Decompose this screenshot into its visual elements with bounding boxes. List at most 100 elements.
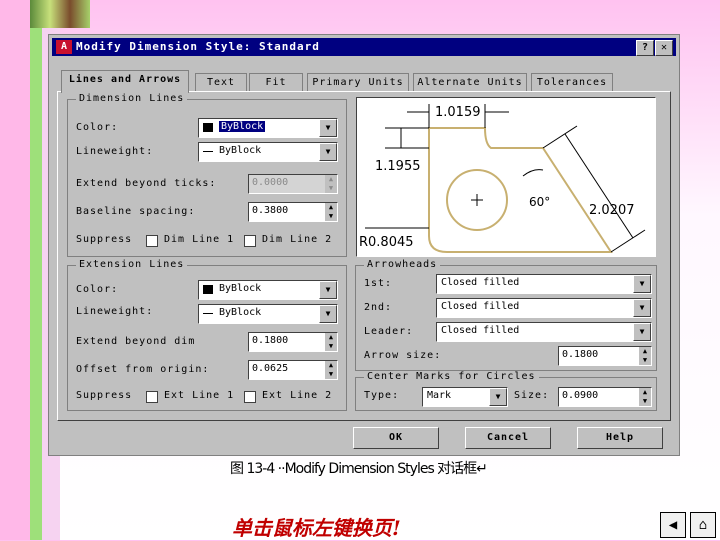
next-page-hint[interactable]: 单击鼠标左键换页! (232, 512, 401, 541)
line-sample-icon (203, 313, 213, 314)
dialog-window: A Modify Dimension Style: Standard ? ✕ L… (48, 34, 680, 456)
lineweight-label: Lineweight: (76, 146, 154, 157)
extend-value: 0.0000 (252, 177, 289, 188)
radius-text: R0.8045 (359, 235, 414, 250)
center-size-spinner[interactable]: 0.0900 ▲ ▼ (558, 387, 652, 407)
dim-lineweight-value: ByBlock (219, 145, 262, 156)
decor-green-strip (30, 0, 42, 540)
tab-tolerances[interactable]: Tolerances (531, 73, 613, 92)
chevron-down-icon[interactable]: ▼ (319, 119, 337, 137)
tab-text[interactable]: Text (195, 73, 247, 92)
line-sample-icon (203, 151, 213, 152)
ext-lineweight-dropdown[interactable]: ByBlock ▼ (198, 304, 338, 324)
ext-line-diag-2 (610, 229, 646, 253)
group-label: Center Marks for Circles (364, 371, 539, 382)
color-swatch (203, 285, 213, 294)
decor-photo (30, 0, 90, 28)
extend-beyond-dim-label: Extend beyond dim (76, 336, 196, 347)
dim-lineweight-dropdown[interactable]: ByBlock ▼ (198, 142, 338, 162)
center-size-label: Size: (514, 390, 550, 401)
arrow-size-label: Arrow size: (364, 350, 442, 361)
dim-line-2-checkbox[interactable] (244, 235, 256, 247)
cancel-button[interactable]: Cancel (465, 427, 551, 449)
ok-button[interactable]: OK (353, 427, 439, 449)
dim-line-1-checkbox[interactable] (146, 235, 158, 247)
second-arrow-label: 2nd: (364, 302, 393, 313)
color-label: Color: (76, 122, 119, 133)
center-marks-group: Center Marks for Circles Type: Mark ▼ Si… (355, 371, 657, 411)
dim-left-text: 1.1955 (375, 159, 421, 174)
tab-lines-and-arrows[interactable]: Lines and Arrows (61, 70, 189, 93)
arrow-size-spinner[interactable]: 0.1800 ▲ ▼ (558, 346, 652, 366)
dim-line-aligned (564, 133, 634, 239)
offset-from-origin-spinner[interactable]: 0.0625 ▲ ▼ (248, 360, 338, 380)
chevron-down-icon[interactable]: ▼ (319, 281, 337, 299)
group-label: Extension Lines (76, 259, 188, 270)
center-type-label: Type: (364, 390, 400, 401)
spinner-arrows-icon[interactable]: ▲ ▼ (639, 388, 651, 406)
leader-arrow-dropdown[interactable]: Closed filled ▼ (436, 322, 652, 342)
color-label: Color: (76, 284, 119, 295)
extension-lines-group: Extension Lines Color: ByBlock ▼ Linewei… (67, 259, 347, 411)
second-arrow-dropdown[interactable]: Closed filled ▼ (436, 298, 652, 318)
ext-line-2-label: Ext Line 2 (262, 390, 333, 401)
title-bar: A Modify Dimension Style: Standard ? ✕ (52, 38, 676, 56)
extend-beyond-dim-spinner[interactable]: 0.1800 ▲ ▼ (248, 332, 338, 352)
ext-lineweight-value: ByBlock (219, 307, 262, 318)
dim-line-2-label: Dim Line 2 (262, 234, 333, 245)
first-arrow-dropdown[interactable]: Closed filled ▼ (436, 274, 652, 294)
ext-line-1-label: Ext Line 1 (164, 390, 235, 401)
spinner-arrows-icon[interactable]: ▲ ▼ (639, 347, 651, 365)
baseline-spacing-label: Baseline spacing: (76, 206, 196, 217)
close-icon[interactable]: ✕ (655, 40, 673, 56)
dim-color-dropdown[interactable]: ByBlock ▼ (198, 118, 338, 138)
dim-color-value: ByBlock (219, 121, 266, 132)
angle-arc (522, 169, 544, 177)
ext-line-1-checkbox[interactable] (146, 391, 158, 403)
chevron-down-icon[interactable]: ▼ (489, 388, 507, 406)
chevron-down-icon[interactable]: ▼ (633, 275, 651, 293)
tab-fit[interactable]: Fit (249, 73, 303, 92)
tab-primary-units[interactable]: Primary Units (307, 73, 409, 92)
lineweight-label: Lineweight: (76, 306, 154, 317)
spinner-arrows-icon[interactable]: ▲ ▼ (325, 175, 337, 193)
help-icon[interactable]: ? (636, 40, 654, 56)
help-button[interactable]: Help (577, 427, 663, 449)
preview-pane: 1.0159 1.1955 2.0207 60° R0.8045 (356, 97, 656, 257)
extend-beyond-ticks-spinner[interactable]: 0.0000 ▲ ▼ (248, 174, 338, 194)
center-type-dropdown[interactable]: Mark ▼ (422, 387, 508, 407)
spinner-arrows-icon[interactable]: ▲ ▼ (325, 361, 337, 379)
first-arrow-value: Closed filled (441, 277, 520, 288)
spinner-arrows-icon[interactable]: ▲ ▼ (325, 203, 337, 221)
dimension-preview-drawing: 1.0159 1.1955 2.0207 60° R0.8045 (359, 104, 646, 253)
offset-from-origin-label: Offset from origin: (76, 364, 210, 375)
window-title: Modify Dimension Style: Standard (76, 40, 320, 53)
baseline-value: 0.3800 (252, 205, 289, 216)
prev-page-icon[interactable]: ◀ (660, 512, 686, 538)
tab-alternate-units[interactable]: Alternate Units (413, 73, 527, 92)
home-icon[interactable]: ⌂ (690, 512, 716, 538)
center-size-value: 0.0900 (562, 390, 599, 401)
autocad-icon: A (56, 40, 72, 54)
preview-part-outline (428, 127, 613, 253)
ext-line-2-checkbox[interactable] (244, 391, 256, 403)
first-arrow-label: 1st: (364, 278, 393, 289)
dim-right-text: 2.0207 (589, 203, 635, 218)
suppress-label: Suppress (76, 234, 133, 245)
arrow-size-value: 0.1800 (562, 349, 599, 360)
extend-beyond-ticks-label: Extend beyond ticks: (76, 178, 217, 189)
offset-value: 0.0625 (252, 363, 289, 374)
decor-pink-strip (0, 0, 30, 540)
chevron-down-icon[interactable]: ▼ (633, 323, 651, 341)
figure-caption: 图 13-4 ··Modify Dimension Styles 对话框↵ (230, 461, 488, 477)
chevron-down-icon[interactable]: ▼ (319, 143, 337, 161)
baseline-spacing-spinner[interactable]: 0.3800 ▲ ▼ (248, 202, 338, 222)
chevron-down-icon[interactable]: ▼ (319, 305, 337, 323)
chevron-down-icon[interactable]: ▼ (633, 299, 651, 317)
spinner-arrows-icon[interactable]: ▲ ▼ (325, 333, 337, 351)
dimension-lines-group: Dimension Lines Color: ByBlock ▼ Linewei… (67, 93, 347, 257)
dim-line-1-label: Dim Line 1 (164, 234, 235, 245)
leader-arrow-value: Closed filled (441, 325, 520, 336)
color-swatch (203, 123, 213, 132)
ext-color-dropdown[interactable]: ByBlock ▼ (198, 280, 338, 300)
